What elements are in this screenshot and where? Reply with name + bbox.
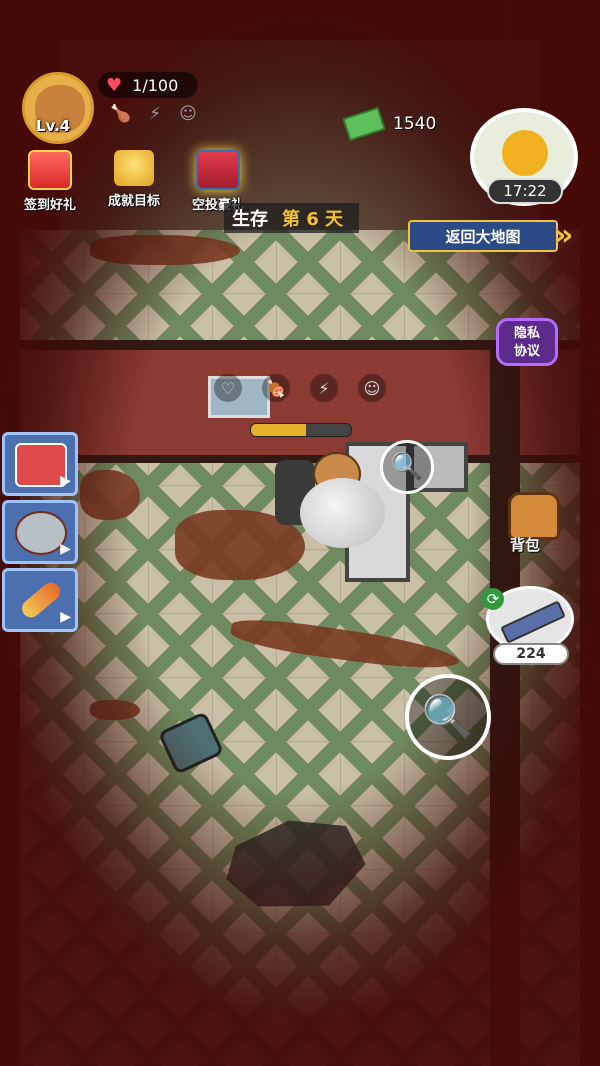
hunger-icon: 🍗 [110,104,132,124]
food-icon: 🍖 [262,374,290,402]
privacy-label-1: 隐私 [513,326,540,341]
reward-achievement[interactable]: 成就目标 [98,150,170,209]
airdrop-crate-icon [196,150,240,190]
quick-item-medkit[interactable]: ▶ [2,432,78,496]
lightning-icon: ⚡ [310,374,338,402]
reward-sign-in[interactable]: 签到好礼 [14,150,86,213]
progress-fill [251,424,306,436]
clock-time: 17:22 [487,178,563,204]
swap-weapon-icon[interactable]: ⟳ [482,588,504,610]
privacy-label-2: 协议 [513,344,540,359]
mood-icon: ☺ [179,104,197,124]
ammo-count: 224 [493,643,569,665]
double-chevron-right-icon: » [554,218,574,253]
quick-item-canned-food[interactable]: ▶ [2,500,78,564]
return-map-button[interactable]: 返回大地图 » [408,218,588,256]
quick-item-vial[interactable]: ▶ [2,568,78,632]
search-progress-bar [250,423,352,437]
backpack-label: 背包 [510,536,541,554]
heart-outline-icon: ♡ [214,374,242,402]
sun-icon [502,130,548,176]
survival-label: 生存 [232,209,268,230]
health-bar: ♥ 1/100 [98,72,199,98]
medkit-icon [15,443,67,487]
vial-icon [18,578,64,622]
player-level: Lv.4 [36,117,71,135]
canned-food-icon [15,511,67,555]
magnifier-icon: 🔍 [390,452,424,482]
rifle-icon [500,600,566,644]
smiley-icon: ☺ [358,374,386,402]
backpack-button[interactable]: 背包 [500,490,564,554]
blood-stain [90,700,140,720]
day-count: 第 6 天 [282,209,344,230]
room-status-icons: ♡ 🍖 ⚡ ☺ [214,374,386,402]
blood-stain [90,235,240,265]
survival-day: 生存 第 6 天 [224,203,360,233]
play-icon: ▶ [60,609,71,625]
backpack-icon [508,492,560,540]
play-icon: ▶ [60,473,71,489]
trophy-icon [114,150,154,186]
blood-stain [80,470,140,520]
money-display: 1540 [342,106,437,142]
health-value: 1/100 [132,75,179,95]
search-button-large[interactable]: 🔍 [405,674,491,760]
status-icons: 🍗 ⚡ ☺ [110,104,197,124]
right-wall [490,340,520,1066]
reward-label: 签到好礼 [23,198,76,213]
money-value: 1540 [393,114,437,134]
energy-icon: ⚡ [149,104,162,124]
privacy-policy-button[interactable]: 隐私 协议 [496,318,558,366]
heart-icon: ♥ [106,74,123,96]
magnifier-icon: 🔍 [421,692,475,741]
reward-label: 成就目标 [107,194,160,209]
smoke-cloud [300,478,385,548]
gift-box-icon [28,150,72,190]
search-button-small[interactable]: 🔍 [380,440,434,494]
play-icon: ▶ [60,541,71,557]
return-map-label: 返回大地图 [408,220,558,252]
